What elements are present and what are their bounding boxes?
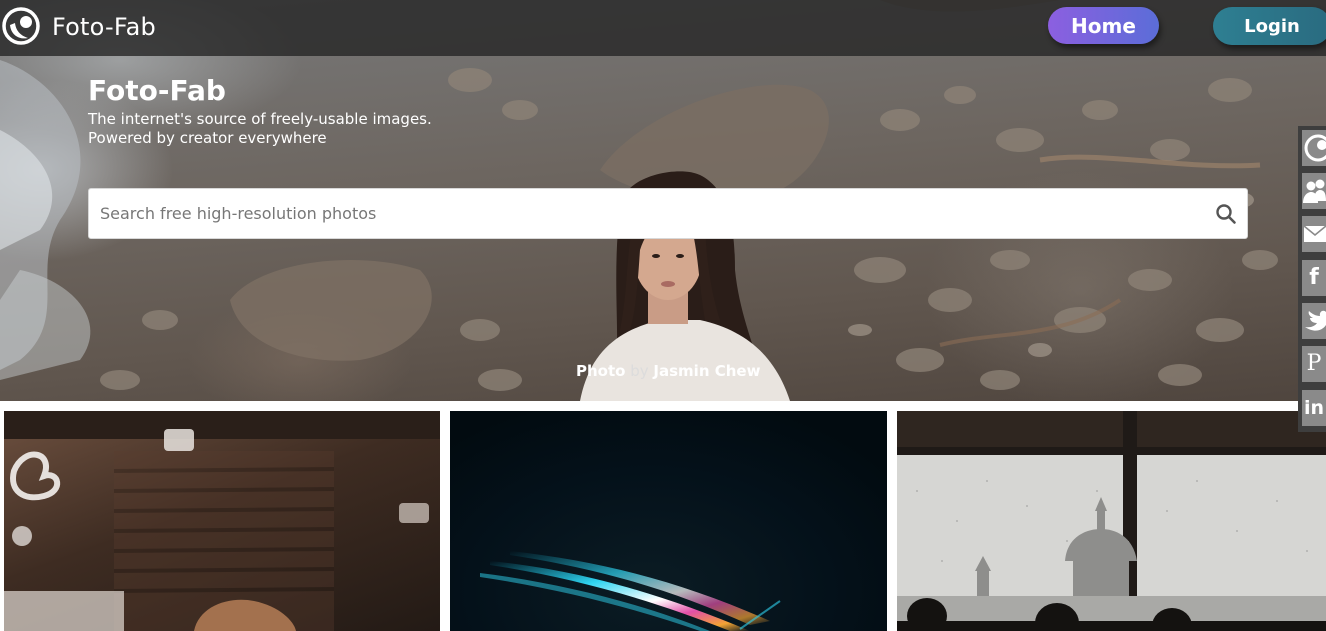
- twitter-icon: [1305, 310, 1326, 331]
- credit-author-link[interactable]: Jasmin Chew: [653, 362, 760, 380]
- gallery-photo-light-streak[interactable]: [450, 411, 887, 631]
- linkedin-icon: in: [1303, 397, 1325, 419]
- credit-by: by: [630, 362, 649, 380]
- home-button[interactable]: Home: [1048, 7, 1159, 44]
- tagline-line-2: Powered by creator everywhere: [88, 129, 327, 147]
- hero-tagline: The internet's source of freely-usable i…: [88, 110, 432, 148]
- search-box: [88, 188, 1248, 239]
- hero-title: Foto-Fab: [88, 74, 226, 107]
- credit-prefix: Photo: [576, 362, 626, 380]
- envelope-icon: [1303, 225, 1326, 242]
- users-icon: [1303, 179, 1326, 203]
- rainy-window-city-image: [897, 411, 1326, 631]
- brand-name[interactable]: Foto-Fab: [52, 12, 156, 42]
- hero-section: Foto-Fab The internet's source of freely…: [0, 0, 1326, 401]
- tagline-line-1: The internet's source of freely-usable i…: [88, 110, 432, 128]
- social-facebook-link[interactable]: f: [1302, 260, 1326, 296]
- top-navbar: Foto-Fab Home Login: [0, 0, 1326, 56]
- logo-icon: [1304, 134, 1326, 162]
- facebook-icon: f: [1309, 265, 1319, 290]
- social-linkedin-link[interactable]: in: [1302, 390, 1326, 426]
- gallery-photo-rainy-window[interactable]: [897, 411, 1326, 631]
- logo-icon[interactable]: [2, 7, 40, 45]
- photo-credit: Photo by Jasmin Chew: [576, 362, 760, 380]
- gallery-photo-cafe[interactable]: [4, 411, 440, 631]
- search-icon[interactable]: [1215, 203, 1237, 225]
- social-sidebar: f P in: [1298, 126, 1326, 432]
- light-streak-image: [480, 551, 781, 631]
- social-community-link[interactable]: [1302, 173, 1326, 209]
- cafe-interior-image: [4, 411, 440, 631]
- social-pinterest-link[interactable]: P: [1302, 346, 1326, 382]
- search-input[interactable]: [89, 189, 1199, 238]
- social-email-link[interactable]: [1302, 216, 1326, 252]
- social-twitter-link[interactable]: [1302, 303, 1326, 339]
- login-button[interactable]: Login: [1213, 7, 1326, 45]
- social-logo-link[interactable]: [1302, 130, 1326, 166]
- pinterest-icon: P: [1306, 351, 1322, 376]
